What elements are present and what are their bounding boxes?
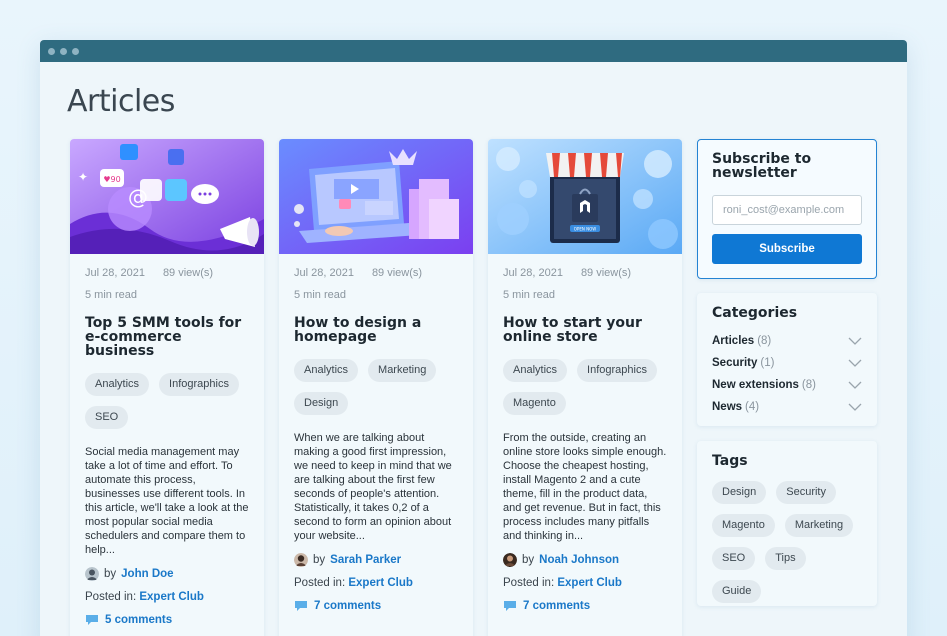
comments-link[interactable]: 7 comments (314, 600, 381, 612)
comment-icon (295, 601, 307, 611)
avatar (85, 567, 99, 581)
article-excerpt: Social media management may take a lot o… (85, 446, 249, 556)
category-link[interactable]: Expert Club (557, 577, 622, 589)
tag-chip[interactable]: Analytics (294, 359, 359, 382)
article-views: 89 view(s) (162, 267, 214, 279)
category-count: (4) (745, 401, 760, 413)
newsletter-title: Subscribe to newsletter (712, 151, 812, 181)
avatar (294, 553, 308, 567)
svg-text:OPEN NOW: OPEN NOW (574, 227, 596, 232)
posted-in-label: Posted in: (294, 577, 346, 589)
tag-chip[interactable]: Magento (712, 514, 775, 537)
category-name[interactable]: News (712, 401, 742, 413)
categories-box: Categories Articles (8) Security (1) New e… (697, 293, 877, 426)
avatar (503, 553, 517, 567)
category-count: (1) (760, 357, 775, 369)
article-read-time: 5 min read (294, 289, 346, 301)
svg-text:@: @ (128, 185, 148, 209)
article-image-smm[interactable]: ♥90 @ ✦ (70, 139, 264, 254)
article-date: Jul 28, 2021 (85, 267, 145, 279)
tag-chip[interactable]: Infographics (159, 373, 239, 396)
tags-box: Tags Design Security Magento Marketing S… (697, 441, 877, 606)
window-dot-icon (72, 47, 79, 55)
window-dot-icon (48, 47, 55, 55)
article-title[interactable]: Top 5 SMM tools for e-commerce business (85, 316, 249, 358)
article-views: 89 view(s) (371, 267, 423, 279)
chevron-down-icon[interactable] (848, 403, 862, 411)
svg-text:✦: ✦ (78, 170, 88, 184)
category-item[interactable]: Security (1) (712, 352, 862, 374)
article-title[interactable]: How to design a homepage (294, 316, 458, 344)
categories-title: Categories (712, 305, 798, 321)
article-read-time: 5 min read (85, 289, 137, 301)
subscribe-button[interactable]: Subscribe (712, 234, 862, 264)
category-item[interactable]: News (4) (712, 396, 862, 418)
article-card[interactable]: ♥90 @ ✦ Jul 28, 2021 89 view(s) 5 min re… (70, 139, 264, 636)
tag-chip[interactable]: Marketing (784, 514, 854, 537)
category-count: (8) (757, 335, 772, 347)
browser-window: Articles ♥90 @ ✦ Jul 28, 2021 89 view(s)… (40, 40, 907, 636)
category-name[interactable]: Articles (712, 335, 754, 347)
category-name[interactable]: Security (712, 357, 757, 369)
posted-in-label: Posted in: (85, 591, 137, 603)
email-field[interactable] (712, 195, 862, 225)
category-item[interactable]: Articles (8) (712, 330, 862, 352)
chevron-down-icon[interactable] (848, 337, 862, 345)
article-card[interactable]: OPEN NOW Jul 28, 2021 89 view(s) 5 min r… (488, 139, 682, 636)
tag-chip[interactable]: Magento (503, 392, 566, 415)
category-item[interactable]: New extensions (8) (712, 374, 862, 396)
tag-chip[interactable]: Analytics (85, 373, 150, 396)
tag-chip[interactable]: SEO (712, 547, 756, 570)
article-date: Jul 28, 2021 (503, 267, 563, 279)
author-by-label: by (104, 568, 117, 580)
comments-link[interactable]: 7 comments (523, 600, 590, 612)
article-image-homepage[interactable] (279, 139, 473, 254)
author-link[interactable]: Sarah Parker (330, 554, 401, 566)
category-link[interactable]: Expert Club (348, 577, 413, 589)
author-by-label: by (522, 554, 535, 566)
chevron-down-icon[interactable] (848, 359, 862, 367)
article-title[interactable]: How to start your online store (503, 316, 667, 344)
category-link[interactable]: Expert Club (139, 591, 204, 603)
tag-chip[interactable]: Guide (712, 580, 762, 603)
article-image-store[interactable]: OPEN NOW (488, 139, 682, 254)
newsletter-box: Subscribe to newsletter Subscribe (697, 139, 877, 279)
tag-chip[interactable]: Analytics (503, 359, 568, 382)
tag-chip[interactable]: Infographics (577, 359, 657, 382)
window-dot-icon (60, 47, 67, 55)
comment-icon (504, 601, 516, 611)
svg-text:♥90: ♥90 (103, 175, 120, 184)
comments-link[interactable]: 5 comments (105, 614, 172, 626)
tag-chip[interactable]: SEO (85, 406, 129, 429)
author-link[interactable]: John Doe (121, 568, 173, 580)
article-date: Jul 28, 2021 (294, 267, 354, 279)
article-excerpt: From the outside, creating an online sto… (503, 432, 667, 542)
tag-chip[interactable]: Security (776, 481, 836, 504)
tag-chip[interactable]: Design (712, 481, 767, 504)
article-read-time: 5 min read (503, 289, 555, 301)
category-name[interactable]: New extensions (712, 379, 799, 391)
chevron-down-icon[interactable] (848, 381, 862, 389)
category-count: (8) (801, 379, 816, 391)
author-link[interactable]: Noah Johnson (539, 554, 619, 566)
posted-in-label: Posted in: (503, 577, 555, 589)
article-views: 89 view(s) (580, 267, 632, 279)
comment-icon (86, 615, 98, 625)
tag-chip[interactable]: Marketing (368, 359, 437, 382)
window-titlebar (40, 40, 907, 62)
article-card[interactable]: Jul 28, 2021 89 view(s) 5 min read How t… (279, 139, 473, 636)
tag-chip[interactable]: Design (294, 392, 349, 415)
tags-title: Tags (712, 453, 748, 469)
author-by-label: by (313, 554, 326, 566)
article-excerpt: When we are talking about making a good … (294, 432, 452, 542)
tag-chip[interactable]: Tips (765, 547, 806, 570)
page-title: Articles (67, 84, 175, 119)
